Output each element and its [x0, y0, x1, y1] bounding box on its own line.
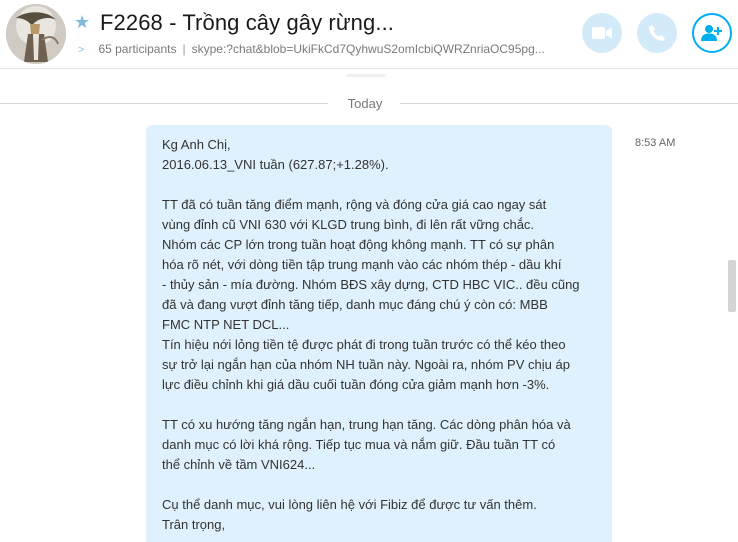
avatar-image	[6, 4, 66, 64]
conversation-title[interactable]: F2268 - Trồng cây gây rừng...	[100, 10, 394, 36]
message-line: Trân trọng,	[162, 517, 226, 532]
message-line: Cụ thể danh mục, vui lòng liên hệ với Fi…	[162, 497, 537, 512]
message-line: FMC NTP NET DCL...	[162, 317, 290, 332]
message-bubble[interactable]: Kg Anh Chị, 2016.06.13_VNI tuần (627.87;…	[146, 125, 612, 542]
earlier-messages-fade	[346, 74, 386, 77]
day-divider-left	[0, 103, 328, 104]
audio-call-button[interactable]	[637, 13, 677, 53]
subtitle-separator: |	[182, 42, 186, 56]
message-line: 2016.06.13_VNI tuần (627.87;+1.28%).	[162, 157, 389, 172]
message-line: hóa rõ nét, với dòng tiền tập trung mạnh…	[162, 257, 562, 272]
message-timestamp: 8:53 AM	[635, 137, 676, 149]
video-camera-icon	[592, 27, 612, 39]
favorite-star-icon[interactable]: ★	[74, 12, 90, 33]
message-line: đã và đang vượt đỉnh tăng tiếp, danh mục…	[162, 297, 548, 312]
message-line: danh mục có lời khá rộng. Tiếp tục mua v…	[162, 437, 556, 452]
participants-count[interactable]: 65 participants	[98, 42, 176, 56]
day-divider-right	[400, 103, 738, 104]
conversation-link[interactable]: skype:?chat&blob=UkiFkCd7QyhwuS2omIcbiQW…	[192, 42, 545, 56]
message-line: TT đã có tuần tăng điểm mạnh, rộng và đó…	[162, 197, 547, 212]
phone-icon	[649, 25, 665, 41]
day-label: Today	[347, 96, 383, 111]
chevron-right-icon[interactable]: >	[78, 44, 84, 56]
video-call-button[interactable]	[582, 13, 622, 53]
scrollbar-thumb[interactable]	[728, 260, 736, 312]
conversation-subtitle: >65 participants | skype:?chat&blob=UkiFkC…	[78, 42, 545, 56]
message-area: Today Kg Anh Chị, 2016.06.13_VNI tuần (6…	[0, 68, 738, 542]
message-line: Kg Anh Chị,	[162, 137, 231, 152]
add-participant-button[interactable]	[692, 13, 732, 53]
conversation-header: ★ F2268 - Trồng cây gây rừng... >65 part…	[0, 0, 738, 68]
message-line: - thủy sản - mía đường. Nhóm BĐS xây dựn…	[162, 277, 580, 292]
group-avatar[interactable]	[6, 4, 66, 64]
message-line: TT có xu hướng tăng ngắn hạn, trung hạn …	[162, 417, 571, 432]
header-divider	[0, 68, 738, 69]
add-person-icon	[701, 25, 722, 41]
message-line: vùng đỉnh cũ VNI 630 với KLGD trung bình…	[162, 217, 535, 232]
message-line: lực điều chỉnh khi giá dầu cuối tuần đón…	[162, 377, 550, 392]
message-line: sự trở lại ngắn hạn của nhóm NH tuần này…	[162, 357, 570, 372]
message-line: thể chỉnh về tầm VNI624...	[162, 457, 316, 472]
message-line: Nhóm các CP lớn trong tuần hoạt động khô…	[162, 237, 555, 252]
message-line: Tín hiệu nới lỏng tiền tệ được phát đi t…	[162, 337, 566, 352]
